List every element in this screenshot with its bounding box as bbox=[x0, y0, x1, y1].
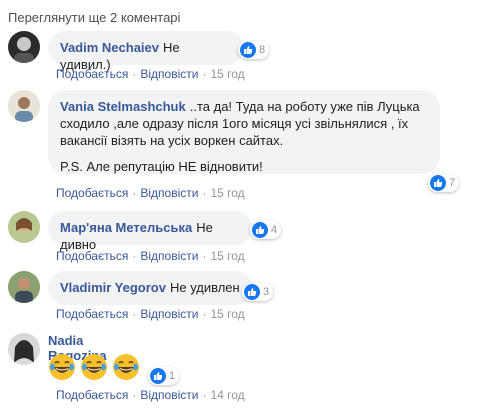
comment-author[interactable]: Vladimir Yegorov bbox=[60, 280, 166, 295]
comment-bubble: Vania Stelmashchuk ..та да! Туда на робот… bbox=[48, 90, 440, 174]
separator-dot: · bbox=[202, 186, 207, 200]
comment-text: Не удивлен bbox=[169, 280, 240, 295]
separator-dot: · bbox=[202, 249, 207, 263]
comment-bubble: Vadim Nechaiev Не удивил.) bbox=[48, 31, 244, 72]
grinning-tears-emoji bbox=[112, 353, 140, 381]
comment-actions: Подобається · Відповісти · 15 год bbox=[56, 307, 245, 321]
like-link[interactable]: Подобається bbox=[56, 186, 128, 200]
reaction-count[interactable]: 1 bbox=[148, 367, 180, 385]
like-link[interactable]: Подобається bbox=[56, 307, 128, 321]
timestamp[interactable]: 15 год bbox=[210, 249, 244, 263]
grinning-tears-emoji bbox=[48, 353, 76, 381]
like-icon bbox=[430, 175, 446, 191]
timestamp[interactable]: 15 год bbox=[210, 307, 244, 321]
comment-actions: Подобається · Відповісти · 15 год bbox=[56, 67, 245, 81]
separator-dot: · bbox=[132, 67, 137, 81]
separator-dot: · bbox=[202, 307, 207, 321]
timestamp[interactable]: 15 год bbox=[210, 67, 244, 81]
reaction-number: 7 bbox=[449, 177, 456, 189]
reaction-count[interactable]: 8 bbox=[238, 41, 270, 59]
avatar[interactable] bbox=[8, 333, 40, 365]
reply-link[interactable]: Відповісти bbox=[140, 249, 198, 263]
comment-author[interactable]: Мар'яна Метельська bbox=[60, 220, 192, 235]
reply-link[interactable]: Відповісти bbox=[140, 307, 198, 321]
comment-author[interactable]: Vadim Nechaiev bbox=[60, 40, 159, 55]
like-link[interactable]: Подобається bbox=[56, 67, 128, 81]
comment-bubble: Vladimir Yegorov Не удивлен bbox=[48, 271, 252, 305]
comment-actions: Подобається · Відповісти · 15 год bbox=[56, 249, 245, 263]
reaction-number: 1 bbox=[169, 370, 176, 382]
separator-dot: · bbox=[132, 249, 137, 263]
emoji-row bbox=[48, 353, 144, 381]
grinning-tears-emoji bbox=[80, 353, 108, 381]
separator-dot: · bbox=[132, 307, 137, 321]
reaction-count[interactable]: 3 bbox=[242, 283, 274, 301]
comment-text: P.S. Але репутацію НЕ відновити! bbox=[60, 159, 263, 174]
reaction-number: 8 bbox=[259, 44, 266, 56]
separator-dot: · bbox=[132, 186, 137, 200]
like-icon bbox=[150, 368, 166, 384]
like-icon bbox=[244, 284, 260, 300]
avatar[interactable] bbox=[8, 90, 40, 122]
reaction-count[interactable]: 4 bbox=[250, 221, 282, 239]
comment-author[interactable]: Vania Stelmashchuk bbox=[60, 99, 186, 114]
timestamp[interactable]: 14 год bbox=[210, 388, 244, 402]
comment-actions: Подобається · Відповісти · 15 год bbox=[56, 186, 245, 200]
reaction-number: 3 bbox=[263, 286, 270, 298]
like-link[interactable]: Подобається bbox=[56, 249, 128, 263]
avatar[interactable] bbox=[8, 271, 40, 303]
reaction-number: 4 bbox=[271, 224, 278, 236]
reply-link[interactable]: Відповісти bbox=[140, 186, 198, 200]
like-icon bbox=[252, 222, 268, 238]
like-link[interactable]: Подобається bbox=[56, 388, 128, 402]
separator-dot: · bbox=[132, 388, 137, 402]
comment-bubble: Мар'яна Метельська Не дивно bbox=[48, 211, 252, 252]
reply-link[interactable]: Відповісти bbox=[140, 67, 198, 81]
view-more-comments-link[interactable]: Переглянути ще 2 коментарі bbox=[8, 10, 180, 25]
avatar[interactable] bbox=[8, 211, 40, 243]
timestamp[interactable]: 15 год bbox=[210, 186, 244, 200]
reaction-count[interactable]: 7 bbox=[428, 174, 460, 192]
reply-link[interactable]: Відповісти bbox=[140, 388, 198, 402]
avatar[interactable] bbox=[8, 31, 40, 63]
separator-dot: · bbox=[202, 67, 207, 81]
like-icon bbox=[240, 42, 256, 58]
separator-dot: · bbox=[202, 388, 207, 402]
comment-actions: Подобається · Відповісти · 14 год bbox=[56, 388, 245, 402]
